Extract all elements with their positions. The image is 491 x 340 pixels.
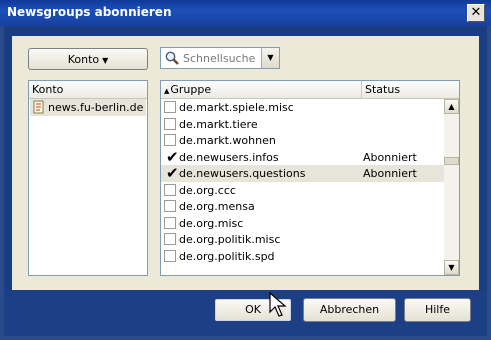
subscribe-checkbox[interactable]	[164, 183, 176, 196]
account-dropdown-button[interactable]: Konto ▼	[28, 48, 148, 70]
help-button[interactable]: Hilfe	[404, 298, 471, 322]
table-row[interactable]: de.org.mensa	[161, 198, 444, 215]
search-placeholder: Schnellsuche	[183, 52, 256, 65]
group-name: de.org.ccc	[179, 183, 236, 197]
scroll-down-icon: ▼	[448, 263, 455, 272]
table-row[interactable]: de.org.politik.misc	[161, 231, 444, 248]
subscribe-checkbox[interactable]	[164, 249, 176, 262]
checkmark-icon: ✔	[166, 164, 179, 182]
search-dropdown-button[interactable]: ▼	[261, 48, 279, 68]
group-name: de.newusers.questions	[179, 167, 306, 180]
table-row[interactable]: de.markt.spiele.misc	[161, 99, 444, 116]
mouse-pointer-icon	[269, 292, 287, 317]
table-row[interactable]: de.markt.wohnen	[161, 132, 444, 149]
group-name: de.org.misc	[179, 216, 244, 230]
dialog-window: Newsgroups abonnieren ✕ Konto ▼ Schnellsu…	[0, 0, 491, 340]
quick-search-input[interactable]: Schnellsuche ▼	[160, 47, 280, 69]
group-name: de.markt.wohnen	[179, 134, 276, 147]
account-item-label: news.fu-berlin.de	[48, 101, 144, 114]
group-name: de.org.politik.misc	[179, 233, 281, 246]
sort-ascending-icon: ▲	[164, 87, 170, 95]
group-status: Abonniert	[363, 150, 417, 164]
group-name: de.markt.tiere	[179, 117, 258, 131]
table-row[interactable]: de.org.politik.spd	[161, 248, 444, 265]
newsgroup-list[interactable]: ▲Gruppe Status de.markt.spiele.misc de.m…	[160, 80, 460, 276]
table-row[interactable]: ✔ de.newusers.infos Abonniert	[161, 147, 444, 166]
scrollbar-thumb[interactable]	[444, 157, 459, 165]
table-row[interactable]: de.org.misc	[161, 215, 444, 232]
group-rows: de.markt.spiele.misc de.markt.tiere de.m…	[161, 99, 444, 264]
group-name: de.org.politik.spd	[179, 249, 275, 263]
subscribe-checkbox[interactable]	[164, 216, 176, 229]
window-title: Newsgroups abonnieren	[7, 5, 172, 19]
vertical-scrollbar[interactable]: ▲ ▼	[444, 99, 459, 275]
scroll-up-button[interactable]: ▲	[444, 99, 459, 114]
table-row-selected[interactable]: ✔ de.newusers.questions Abonniert	[161, 164, 444, 182]
scroll-down-button[interactable]: ▼	[444, 260, 459, 275]
table-row[interactable]: de.org.ccc	[161, 182, 444, 199]
chevron-down-icon: ▼	[267, 53, 274, 62]
group-column-header[interactable]: ▲Gruppe	[161, 81, 362, 99]
dropdown-arrow-icon: ▼	[102, 56, 109, 65]
subscribe-checkbox[interactable]	[164, 233, 176, 245]
table-row[interactable]: de.markt.tiere	[161, 116, 444, 133]
cancel-button[interactable]: Abbrechen	[303, 298, 396, 322]
status-column-header[interactable]: Status	[362, 81, 459, 99]
group-name: de.org.mensa	[179, 200, 255, 213]
account-icon	[33, 100, 44, 114]
subscribe-checkbox[interactable]: ✔	[164, 147, 179, 166]
account-list[interactable]: Konto news.fu-berlin.de	[28, 80, 148, 276]
account-column-header[interactable]: Konto	[29, 81, 147, 99]
account-button-label: Konto	[67, 53, 100, 66]
subscribe-checkbox[interactable]	[164, 134, 176, 146]
subscribe-checkbox[interactable]	[164, 101, 176, 113]
group-column-label: Gruppe	[170, 83, 212, 96]
scroll-up-icon: ▲	[448, 102, 455, 111]
subscribe-checkbox[interactable]	[164, 117, 176, 130]
account-item[interactable]: news.fu-berlin.de	[30, 99, 146, 116]
close-button[interactable]: ✕	[467, 4, 485, 22]
group-name: de.newusers.infos	[179, 150, 279, 164]
group-name: de.markt.spiele.misc	[179, 101, 294, 114]
checkmark-icon: ✔	[166, 147, 179, 166]
search-icon	[165, 51, 179, 65]
title-bar[interactable]: Newsgroups abonnieren ✕	[0, 0, 491, 26]
subscribe-checkbox[interactable]: ✔	[164, 164, 179, 182]
group-status: Abonniert	[363, 167, 417, 180]
subscribe-checkbox[interactable]	[164, 200, 176, 212]
